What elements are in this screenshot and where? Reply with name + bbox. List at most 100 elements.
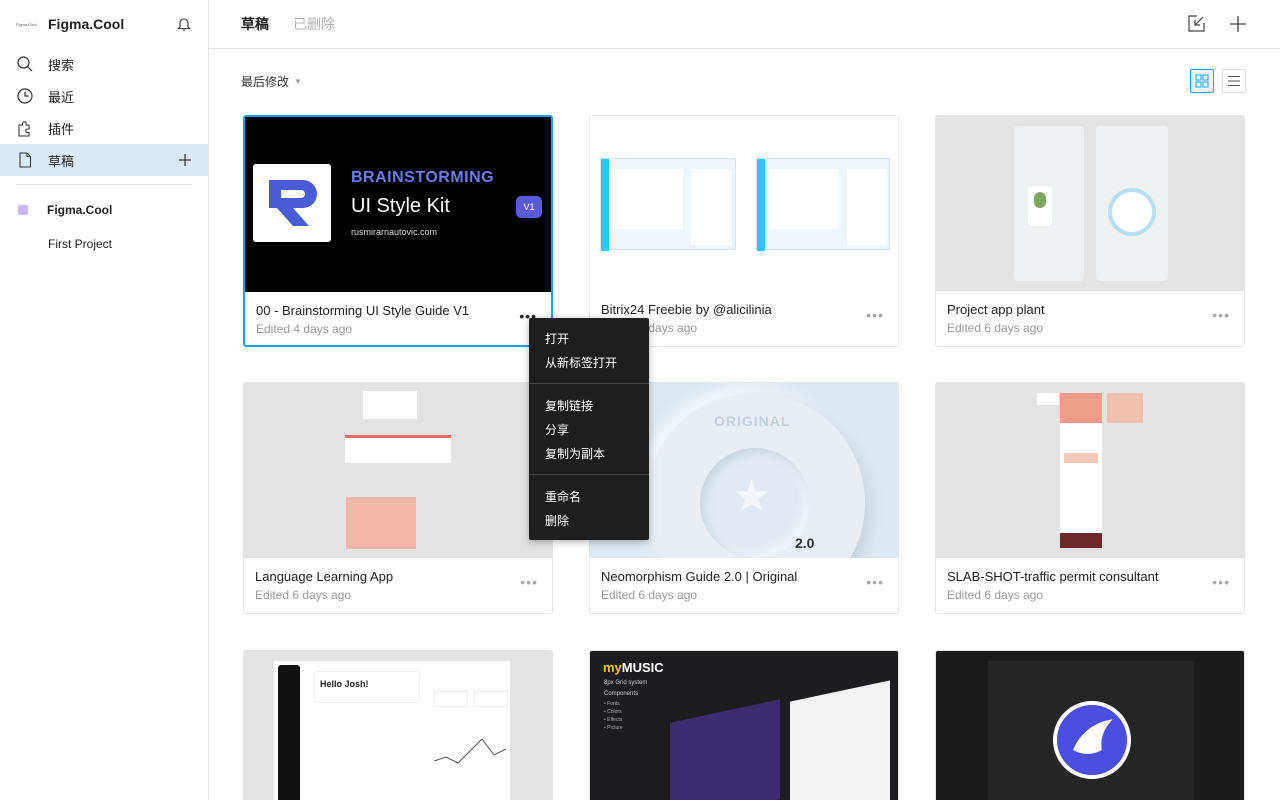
thumb-screen	[363, 391, 417, 419]
sidebar-item-label: 草稿	[48, 151, 74, 170]
team-color-swatch	[18, 205, 28, 215]
file-edited: Edited 6 days ago	[255, 588, 351, 602]
context-menu: 打开 从新标签打开 复制链接 分享 复制为副本 重命名 删除	[529, 318, 649, 540]
sidebar-divider	[16, 184, 192, 185]
thumb-screen	[345, 435, 451, 463]
menu-item-delete[interactable]: 删除	[529, 508, 649, 532]
sidebar-project[interactable]: First Project	[0, 227, 208, 261]
tab-deleted[interactable]: 已删除	[293, 14, 335, 34]
file-card[interactable]: Project app plant Edited 6 days ago •••	[935, 115, 1245, 347]
menu-item-share[interactable]: 分享	[529, 417, 649, 441]
thumb-screen	[1014, 126, 1084, 281]
file-thumbnail: myMUSIC 8px Grid system Components • Fon…	[590, 651, 898, 800]
workspace-logo: Figma Cool	[16, 17, 40, 31]
brainstorm-logo	[253, 164, 331, 242]
file-card[interactable]: Bitrix24 Freebie by @alicilinia Edited 6…	[589, 115, 899, 347]
clock-icon	[16, 87, 34, 105]
file-title: Language Learning App	[255, 569, 393, 584]
top-actions	[1186, 14, 1248, 34]
menu-item-rename[interactable]: 重命名	[529, 484, 649, 508]
sort-bar: 最后修改 ▼	[241, 64, 1246, 98]
thumb-screen	[1107, 393, 1143, 423]
sidebar: Figma Cool Figma.Cool 搜索 最近 插件 草稿 Figma.…	[0, 0, 209, 800]
file-card[interactable]	[935, 650, 1245, 800]
music-item: • Fonts	[604, 701, 620, 707]
menu-divider	[529, 383, 649, 384]
file-title: SLAB-SHOT-traffic permit consultant	[947, 569, 1158, 584]
thumb-screen	[1096, 126, 1168, 281]
file-card[interactable]: myMUSIC 8px Grid system Components • Fon…	[589, 650, 899, 800]
more-options-icon[interactable]: •••	[520, 579, 538, 585]
music-item: • Colors	[604, 709, 622, 715]
file-card[interactable]: BRAINSTORMING UI Style Kit rusmirarnauto…	[243, 115, 553, 347]
thumb-screen	[756, 158, 890, 250]
file-thumbnail	[936, 651, 1244, 800]
file-thumbnail	[590, 116, 898, 291]
view-toggle	[1190, 69, 1246, 93]
sidebar-item-search[interactable]: 搜索	[0, 48, 208, 80]
chevron-down-icon[interactable]: ▼	[294, 77, 302, 86]
more-options-icon[interactable]: •••	[866, 579, 884, 585]
more-options-icon[interactable]: •••	[866, 312, 884, 318]
team-name: Figma.Cool	[47, 203, 112, 217]
sort-dropdown[interactable]: 最后修改	[241, 73, 289, 90]
file-thumbnail: BRAINSTORMING UI Style Kit rusmirarnauto…	[245, 117, 551, 292]
music-grid: 8px Grid system	[604, 680, 647, 686]
neo-word: ORIGINAL	[714, 413, 790, 429]
file-card[interactable]: SLAB-SHOT-traffic permit consultant Edit…	[935, 382, 1245, 614]
thumb-screen: Hello Josh!	[274, 661, 510, 800]
menu-divider	[529, 474, 649, 475]
file-title: 00 - Brainstorming UI Style Guide V1	[256, 303, 469, 318]
sidebar-item-recent[interactable]: 最近	[0, 80, 208, 112]
brainstorm-url: rusmirarnautovic.com	[351, 227, 437, 237]
sidebar-item-drafts[interactable]: 草稿	[0, 144, 208, 176]
top-bar: 草稿 已删除	[209, 0, 1280, 49]
version-badge: V1	[516, 196, 542, 218]
menu-item-open[interactable]: 打开	[529, 326, 649, 350]
file-edited: Edited 6 days ago	[947, 321, 1043, 335]
sidebar-item-label: 插件	[48, 119, 74, 138]
music-card	[790, 680, 890, 800]
grid-view-button[interactable]	[1190, 69, 1214, 93]
file-title: Bitrix24 Freebie by @alicilinia	[601, 302, 772, 317]
star-icon: ★	[732, 471, 771, 522]
workspace-header[interactable]: Figma Cool Figma.Cool	[0, 0, 208, 48]
music-poster	[670, 699, 780, 800]
menu-item-open-new-tab[interactable]: 从新标签打开	[529, 350, 649, 374]
tab-drafts[interactable]: 草稿	[241, 14, 269, 34]
list-view-button[interactable]	[1222, 69, 1246, 93]
file-title: Neomorphism Guide 2.0 | Original	[601, 569, 797, 584]
file-thumbnail	[936, 383, 1244, 558]
music-title: MUSIC	[622, 660, 664, 675]
workspace-name: Figma.Cool	[48, 16, 176, 32]
file-edited: Edited 6 days ago	[601, 588, 697, 602]
plus-icon[interactable]	[178, 153, 192, 167]
file-icon	[16, 151, 34, 169]
thumb-screen	[600, 158, 736, 250]
file-card[interactable]: Language Learning App Edited 6 days ago …	[243, 382, 553, 614]
plugin-icon	[16, 119, 34, 137]
brainstorm-heading: BRAINSTORMING	[351, 169, 494, 187]
app-root: Figma Cool Figma.Cool 搜索 最近 插件 草稿 Figma.…	[0, 0, 1280, 800]
sidebar-item-plugins[interactable]: 插件	[0, 112, 208, 144]
sidebar-team[interactable]: Figma.Cool	[0, 193, 208, 227]
music-item: • Picture	[604, 725, 623, 731]
thumb-screen	[1060, 393, 1102, 548]
search-icon	[16, 55, 34, 73]
file-thumbnail	[244, 383, 552, 558]
file-edited: Edited 6 days ago	[947, 588, 1043, 602]
menu-item-duplicate[interactable]: 复制为副本	[529, 441, 649, 465]
music-components: Components	[604, 691, 638, 697]
file-card[interactable]: Hello Josh!	[243, 650, 553, 800]
more-options-icon[interactable]: •••	[1212, 579, 1230, 585]
sidebar-item-label: 搜索	[48, 55, 74, 74]
bird-icon	[1057, 705, 1127, 775]
more-options-icon[interactable]: •••	[1212, 312, 1230, 318]
file-edited: Edited 4 days ago	[256, 322, 352, 336]
app-logo	[1053, 701, 1131, 779]
menu-item-copy-link[interactable]: 复制链接	[529, 393, 649, 417]
import-icon[interactable]	[1186, 14, 1206, 34]
file-thumbnail	[936, 116, 1244, 291]
bell-icon[interactable]	[176, 16, 192, 32]
add-icon[interactable]	[1228, 14, 1248, 34]
